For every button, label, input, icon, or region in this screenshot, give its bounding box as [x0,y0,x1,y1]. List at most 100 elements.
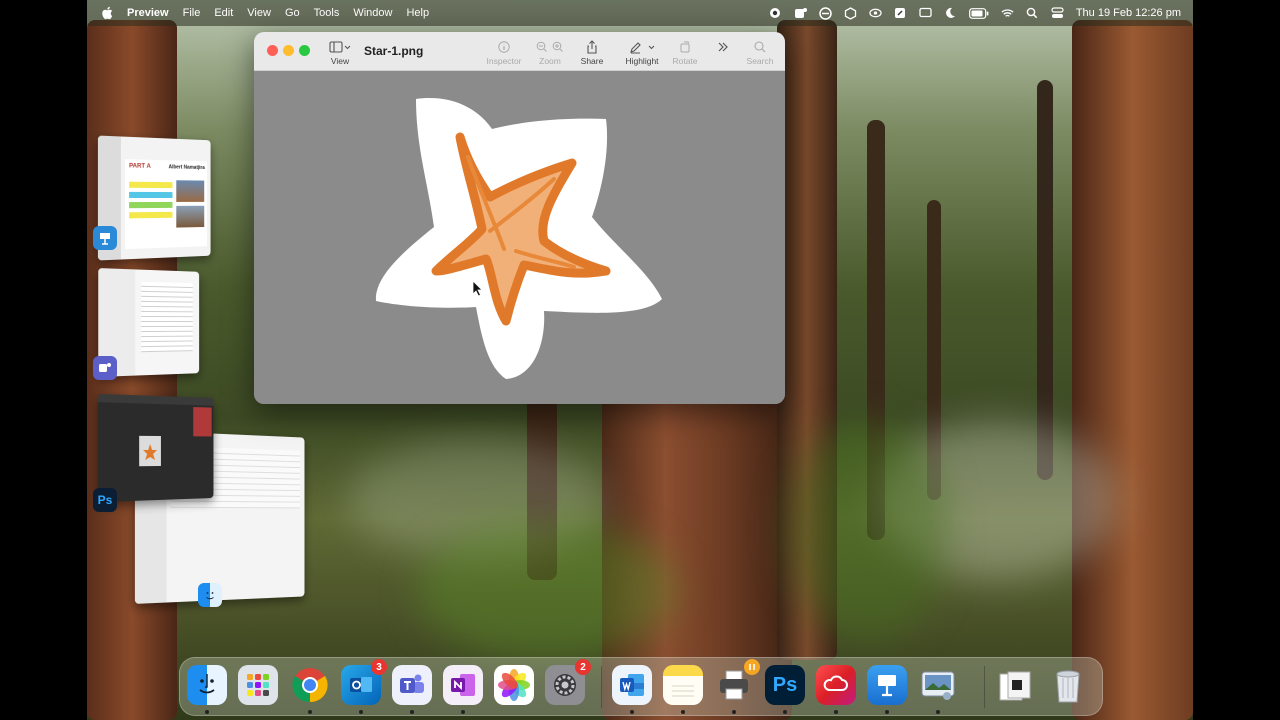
document-stack-icon [999,671,1031,701]
close-button[interactable] [267,45,278,56]
spotlight-search-icon[interactable] [1026,7,1039,20]
teams-icon [400,674,424,693]
running-indicator [681,710,685,714]
running-indicator [630,710,634,714]
view-button[interactable]: View [318,40,362,70]
dock-notes[interactable] [663,665,703,705]
dock-printer[interactable] [714,659,760,705]
teams-app-icon [93,356,117,380]
dock-recent-documents[interactable] [995,665,1035,705]
photos-icon [498,669,530,701]
rotate-button[interactable]: Rotate [663,40,707,70]
outlook-badge: 3 [371,659,387,675]
keynote-app-icon [93,226,117,250]
dock-word[interactable] [612,665,652,705]
dock-finder[interactable] [187,665,227,705]
menu-edit[interactable]: Edit [214,7,233,19]
apple-menu-icon[interactable] [101,6,113,20]
trash-icon [1056,670,1080,703]
view-label: View [330,56,350,66]
settings-badge: 2 [575,659,591,675]
creative-cloud-icon [823,675,848,691]
dock-system-settings[interactable]: 2 [545,659,591,705]
thumb-highlight-green [129,201,173,209]
image-canvas[interactable] [254,71,785,404]
running-indicator [308,710,312,714]
rotate-label: Rotate [672,56,698,66]
dock-outlook[interactable]: 3 [341,659,387,705]
window-titlebar[interactable]: View Star-1.png Inspector Zoom Share Hig… [254,32,785,71]
battery-icon[interactable] [968,7,989,20]
preview-photos-icon [921,671,955,700]
word-icon [620,674,644,696]
menu-go[interactable]: Go [285,7,300,19]
menu-file[interactable]: File [183,7,201,19]
teams-status-icon[interactable] [794,7,807,20]
zoom-label: Zoom [539,56,561,66]
dock-trash[interactable] [1048,665,1088,705]
menu-window[interactable]: Window [353,7,392,19]
dock-launchpad[interactable] [238,665,278,705]
wallpaper-foliage [787,420,947,640]
dock-teams[interactable] [392,665,432,705]
dock-chrome[interactable] [290,665,330,705]
pen-tablet-icon[interactable] [894,7,907,20]
running-indicator [885,710,889,714]
launchpad-grid-icon [247,674,269,696]
menu-app-name[interactable]: Preview [127,7,169,19]
thumb-landscape-image [176,205,205,228]
rotate-icon [680,41,690,53]
inspector-button[interactable]: Inspector [482,40,526,70]
menu-view[interactable]: View [247,7,271,19]
eye-icon[interactable] [869,7,882,20]
wifi-icon[interactable] [1001,7,1014,20]
thumb-highlight-yellow [129,211,173,219]
keynote-podium-icon [878,675,896,697]
highlight-label: Highlight [625,56,659,66]
stage-thumb-photoshop[interactable] [97,393,214,503]
thumb-doc-name: Albert Namatjira [168,164,205,171]
share-button[interactable]: Share [570,40,614,70]
screen-mirror-icon[interactable] [919,7,932,20]
preview-window: View Star-1.png Inspector Zoom Share Hig… [254,32,785,404]
menu-help[interactable]: Help [406,7,429,19]
cube-icon[interactable] [844,6,857,20]
dock-photoshop[interactable]: Ps [765,665,805,705]
running-indicator [936,710,940,714]
zoom-in-out-icon [536,41,563,52]
minimize-button[interactable] [283,45,294,56]
zoom-controls[interactable]: Zoom [528,40,572,70]
moon-icon[interactable] [944,7,957,20]
thumb-landscape-image [176,180,205,202]
running-indicator [732,710,736,714]
search-button[interactable]: Search [738,40,782,70]
menu-bar: Preview File Edit View Go Tools Window H… [87,0,1193,26]
info-icon [498,41,510,53]
dock-creative-cloud[interactable] [816,665,856,705]
running-indicator [410,710,414,714]
thumb-text-lines [141,281,193,353]
document-title[interactable]: Star-1.png [364,44,423,58]
dock-photos[interactable] [494,665,534,705]
dock-onenote[interactable] [443,665,483,705]
running-indicator [359,710,363,714]
finder-app-icon [198,583,222,607]
inspector-label: Inspector [486,56,522,66]
share-icon [587,40,597,54]
menu-clock[interactable]: Thu 19 Feb 12:26 pm [1076,7,1181,19]
menu-tools[interactable]: Tools [314,7,340,19]
more-toolbar-button[interactable] [710,40,736,70]
thumb-ps-canvas [139,435,161,467]
search-label: Search [746,56,774,66]
dock-keynote[interactable] [867,665,907,705]
share-label: Share [580,56,604,66]
creative-cloud-icon[interactable] [819,6,832,20]
control-center-icon[interactable] [1051,7,1064,20]
chrome-icon [292,668,328,703]
sidebar-icon [329,41,351,53]
zoom-button[interactable] [299,45,310,56]
highlight-button[interactable]: Highlight [620,40,664,70]
dock-preview[interactable] [918,665,958,705]
status-area: Thu 19 Feb 12:26 pm [769,0,1181,26]
record-icon[interactable] [769,7,782,20]
